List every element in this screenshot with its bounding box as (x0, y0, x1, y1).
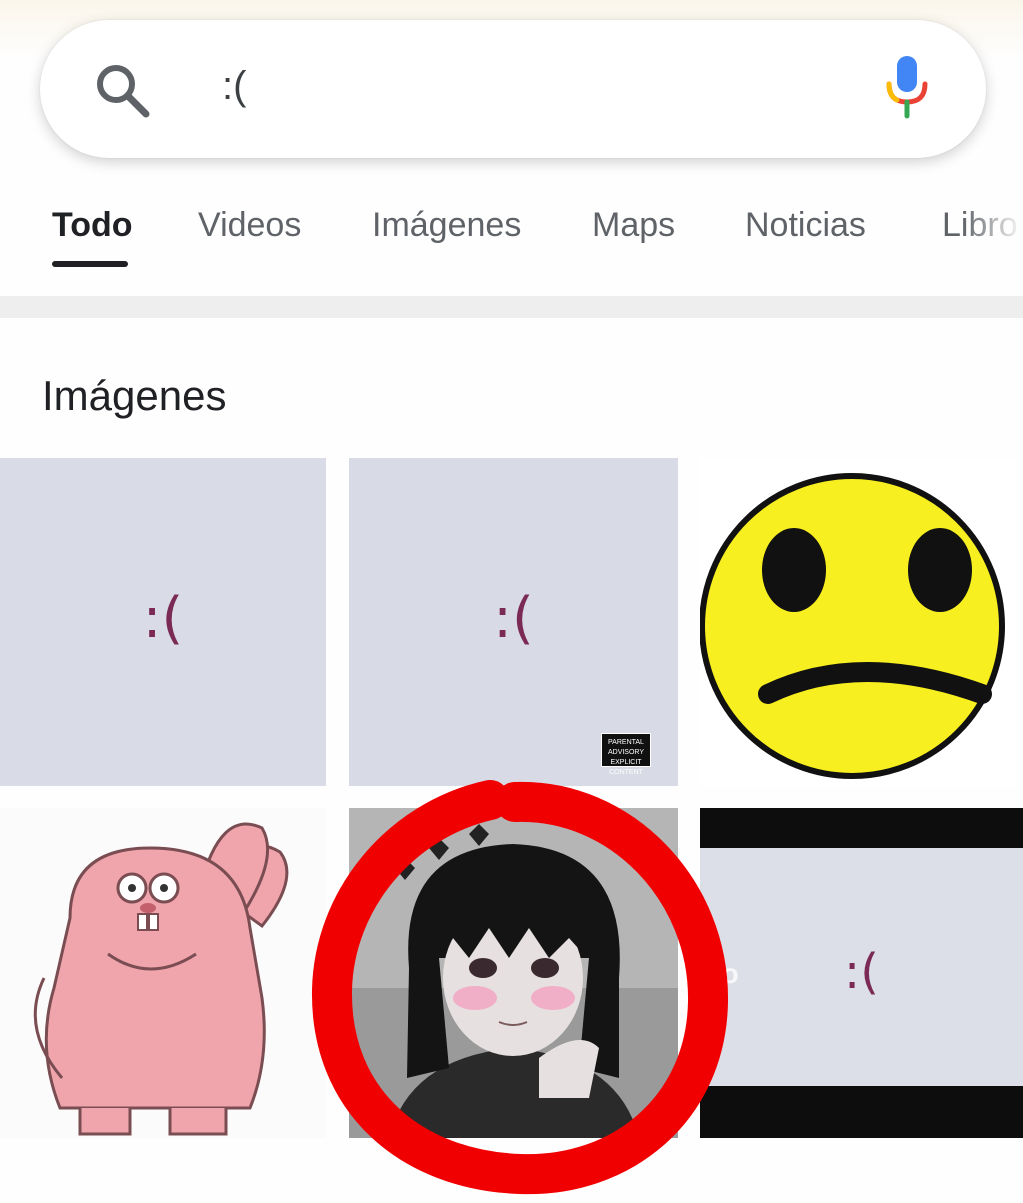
image-result-4[interactable] (0, 808, 326, 1138)
active-tab-indicator (52, 261, 128, 267)
search-icon[interactable] (92, 60, 152, 120)
parental-advisory-badge: PARENTAL ADVISORY EXPLICIT CONTENT (601, 733, 651, 776)
tab-noticias[interactable]: Noticias (745, 206, 866, 245)
image-result-2[interactable]: :( PARENTAL ADVISORY EXPLICIT CONTENT (349, 458, 678, 786)
microphone-icon[interactable] (880, 52, 934, 122)
image-result-6[interactable]: :( vo (700, 808, 1023, 1138)
tab-todo[interactable]: Todo (52, 206, 133, 245)
anime-girl-image (349, 808, 678, 1138)
sad-face-text: :( (493, 586, 534, 651)
tab-maps[interactable]: Maps (592, 206, 675, 245)
image-result-3[interactable] (700, 458, 1023, 786)
search-input[interactable]: :( (222, 64, 246, 109)
tab-imagenes[interactable]: Imágenes (372, 206, 521, 245)
search-bar[interactable] (40, 20, 986, 158)
tab-videos[interactable]: Videos (198, 206, 301, 245)
video-letterbox-top (700, 808, 1023, 848)
cartoon-rabbit-image (33, 822, 289, 1136)
video-letterbox-bottom (700, 1086, 1023, 1138)
image-result-5[interactable] (349, 808, 678, 1138)
section-divider (0, 296, 1023, 318)
sad-smiley-icon (700, 473, 1005, 779)
sad-face-text: :( (844, 944, 879, 1000)
tabs-overflow-fade (963, 190, 1023, 280)
images-section-title: Imágenes (42, 372, 227, 419)
image-result-1[interactable]: :( (0, 458, 326, 786)
video-watermark: vo (706, 958, 739, 989)
search-tabs: Todo Videos Imágenes Maps Noticias Libro (0, 190, 1023, 280)
sad-face-text: :( (142, 586, 184, 651)
